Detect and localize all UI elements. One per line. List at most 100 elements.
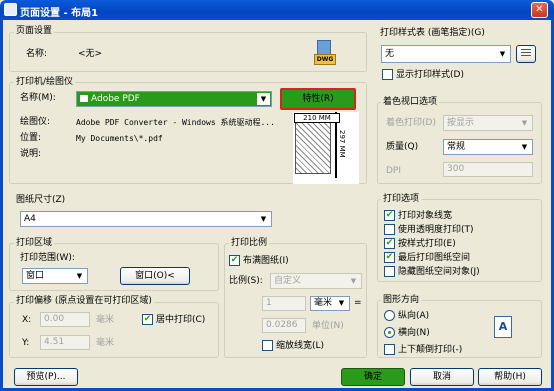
plot-with-styles-checkbox[interactable]: ✔ [384,238,395,249]
chevron-down-icon: ▼ [257,93,270,105]
print-area-label: 打印区域 [14,238,55,249]
quality-label: 质量(Q) [386,142,419,152]
upside-down-label: 上下颠倒打印(-) [398,345,463,355]
edit-list-icon [521,49,531,58]
scale-lineweights-label: 缩放线宽(L) [276,341,325,351]
shade-plot-value: 按显示 [447,118,475,128]
print-range-label: 打印范围(W): [20,253,75,263]
scale-units-label: 单位(N) [312,321,344,331]
print-range-select[interactable]: 窗口 ▼ [22,268,88,284]
style-table-select[interactable]: 无 ▼ [381,45,511,63]
display-styles-label: 显示打印样式(D) [396,70,464,80]
offset-y-input[interactable]: 4.51 [40,335,90,350]
orientation-label: 图形方向 [381,295,422,306]
width-dimension: 210 MM [294,113,340,123]
page-setup-label: 页面设置 [14,26,55,37]
scale-value-input[interactable]: 1 [262,296,306,311]
description-label: 说明: [20,149,42,159]
title-bar: 页面设置 - 布局1 ✕ [0,0,554,20]
plot-lineweights-label: 打印对象线宽 [398,211,453,221]
printer-name-label: 名称(M): [20,93,56,103]
ok-button[interactable]: 确定 [341,368,405,386]
plotter-value: Adobe PDF Converter - Windows 系统驱动程... [76,118,275,127]
shade-plot-label: 着色打印(D) [386,118,436,128]
print-options-label: 打印选项 [381,194,422,205]
where-value: My Documents\*.pdf [76,134,163,143]
close-button[interactable]: ✕ [531,2,548,18]
page-setup-name-label: 名称: [26,49,48,59]
style-table-label: 打印样式表 (画笔指定)(G) [380,28,485,38]
window-title: 页面设置 - 布局1 [20,8,99,19]
portrait-label: 纵向(A) [398,311,430,321]
page-setup-name-value: <无> [78,49,103,59]
printer-name-value: Adobe PDF [91,94,140,104]
hide-paperspace-objects-checkbox[interactable] [384,266,395,277]
hide-paperspace-objects-label: 隐藏图纸空间对象(J) [398,267,480,277]
plot-lineweights-checkbox[interactable]: ✔ [384,210,395,221]
chevron-down-icon: ▼ [260,215,267,223]
dwg-icon: DWG [314,40,336,66]
plot-with-styles-label: 按样式打印(E) [398,239,456,249]
dpi-input[interactable]: 300 [443,162,533,177]
properties-button[interactable]: 特性(R) [280,88,356,110]
shaded-viewport-label: 着色视口选项 [381,97,440,108]
print-range-value: 窗口 [26,271,45,281]
scale-ratio-label: 比例(S): [229,276,263,286]
scale-ratio-value: 自定义 [274,276,302,286]
portrait-radio[interactable] [384,310,395,321]
paper-size-label: 图纸尺寸(Z) [16,195,66,205]
plot-paperspace-last-label: 最后打印图纸空间 [398,253,471,263]
fit-to-paper-checkbox[interactable]: ✔ [229,255,240,266]
paper-size-select[interactable]: A4 ▼ [20,211,272,227]
center-plot-label: 居中打印(C) [156,315,206,325]
upside-down-checkbox[interactable] [384,344,395,355]
height-dimension: 297 MM [338,130,346,158]
printer-name-select[interactable]: Adobe PDF ▼ [76,91,272,107]
help-button[interactable]: 帮助(H) [478,368,542,386]
app-icon [4,3,17,16]
fit-to-paper-label: 布满图纸(I) [243,256,289,266]
window-pick-button[interactable]: 窗口(O)< [120,267,190,285]
offset-label: 打印偏移 (原点设置在可打印区域) [14,296,154,307]
chevron-down-icon: ▼ [76,272,83,280]
display-styles-checkbox[interactable] [382,69,393,80]
scale-unit-value: 毫米 [314,298,333,308]
center-plot-checkbox[interactable]: ✔ [142,314,153,325]
offset-x-unit: 毫米 [96,315,115,325]
dwg-badge: DWG [314,54,336,65]
chevron-down-icon: ▼ [499,50,506,58]
style-table-value: 无 [385,49,395,59]
chevron-down-icon: ▼ [521,119,528,127]
landscape-radio[interactable] [384,327,395,338]
offset-x-input[interactable]: 0.00 [40,312,90,327]
scale-unit-select[interactable]: 毫米 ▼ [310,296,350,311]
paper-size-value: A4 [24,214,36,224]
shade-plot-select[interactable]: 按显示 ▼ [443,115,533,131]
offset-y-label: Y: [22,338,30,348]
printer-icon [80,95,88,102]
chevron-down-icon: ▼ [350,277,357,285]
scale-lineweights-checkbox[interactable] [262,340,273,351]
scale-label: 打印比例 [229,238,270,249]
offset-x-label: X: [22,315,32,325]
landscape-label: 横向(N) [398,328,430,338]
chevron-down-icon: ▼ [338,299,345,307]
plotter-label: 绘图仪: [20,117,51,127]
scale-ratio-select[interactable]: 自定义 ▼ [270,273,362,289]
chevron-down-icon: ▼ [521,143,528,151]
quality-value: 常规 [447,142,466,152]
printer-label: 打印机/绘图仪 [14,77,76,88]
edit-style-button[interactable] [516,45,536,63]
plot-transparency-label: 使用透明度打印(T) [398,225,474,235]
where-label: 位置: [20,133,42,143]
dpi-label: DPI [386,166,402,176]
preview-button[interactable]: 预览(P)... [14,368,78,386]
cancel-button[interactable]: 取消 [410,368,474,386]
paper-sheet [295,114,331,174]
equals-sign: = [354,298,362,308]
plot-paperspace-last-checkbox[interactable]: ✔ [384,252,395,263]
orientation-preview-icon: A [494,316,512,338]
plot-transparency-checkbox[interactable] [384,224,395,235]
quality-select[interactable]: 常规 ▼ [443,139,533,155]
scale-units-input[interactable]: 0.0286 [262,318,306,333]
